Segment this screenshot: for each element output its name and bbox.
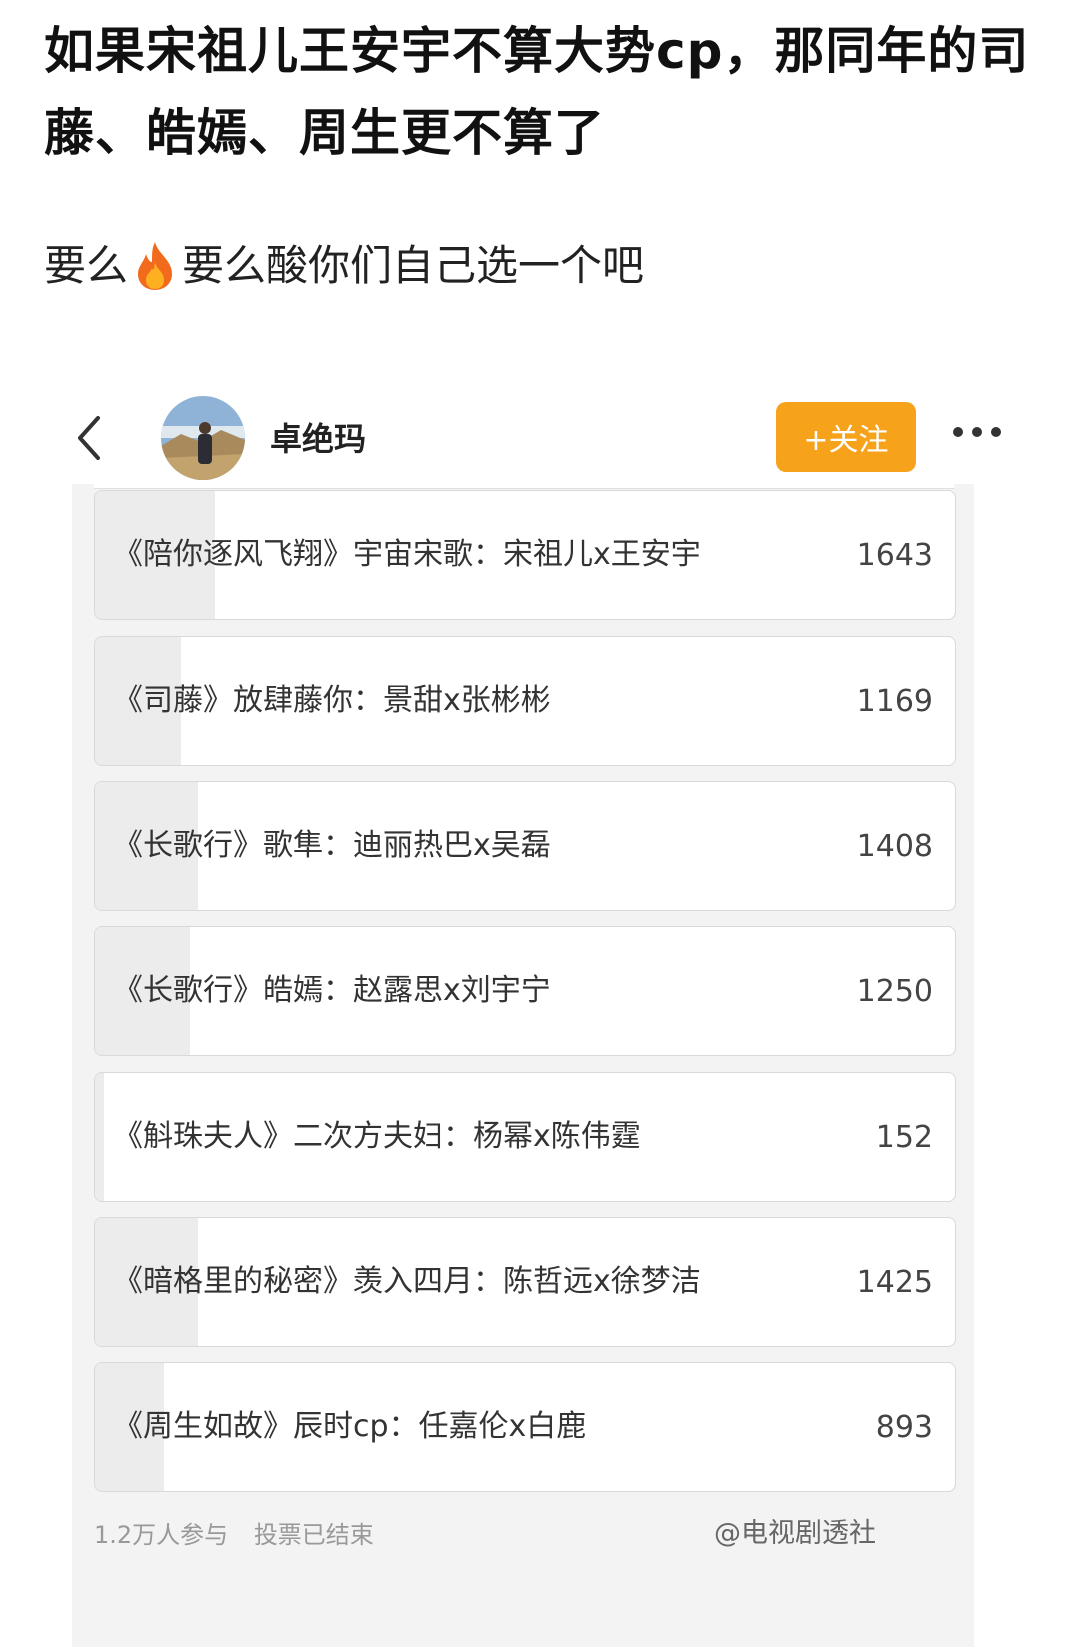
- embedded-screenshot: 卓绝玛 +关注 《陪你逐风飞翔》宇宙宋歌：宋祖儿x王安宇 1643 《司藤》放肆…: [44, 388, 1040, 1647]
- poll-option[interactable]: 《陪你逐风飞翔》宇宙宋歌：宋祖儿x王安宇 1643: [94, 490, 956, 620]
- poll-option-label: 《长歌行》歌隼：迪丽热巴x吴磊: [113, 828, 551, 863]
- poll-option-label: 《斛珠夫人》二次方夫妇：杨幂x陈伟霆: [113, 1119, 641, 1154]
- poll-option-label: 《周生如故》辰时cp：任嘉伦x白鹿: [113, 1409, 587, 1444]
- poll-option[interactable]: 《长歌行》皓嫣：赵露思x刘宇宁 1250: [94, 926, 956, 1056]
- poll-option-label: 《陪你逐风飞翔》宇宙宋歌：宋祖儿x王安宇: [113, 537, 701, 572]
- profile-bar: 卓绝玛 +关注: [44, 388, 1040, 488]
- vote-count: 152: [875, 1119, 933, 1155]
- poll-footer: 1.2万人参与 投票已结束: [94, 1515, 374, 1550]
- vote-count: 1425: [856, 1264, 933, 1300]
- previous-option-edge: [94, 484, 954, 489]
- fire-icon: [138, 242, 173, 290]
- poll-card: 《陪你逐风飞翔》宇宙宋歌：宋祖儿x王安宇 1643 《司藤》放肆藤你：景甜x张彬…: [72, 484, 974, 1647]
- poll-option-label: 《司藤》放肆藤你：景甜x张彬彬: [113, 683, 551, 718]
- poll-option[interactable]: 《暗格里的秘密》羡入四月：陈哲远x徐梦洁 1425: [94, 1217, 956, 1347]
- avatar[interactable]: [161, 396, 245, 480]
- poll-status: 投票已结束: [253, 1521, 374, 1549]
- vote-count: 1643: [856, 537, 933, 573]
- vote-count: 893: [875, 1409, 933, 1445]
- participant-count: 1.2万人参与: [94, 1521, 229, 1549]
- poll-option[interactable]: 《司藤》放肆藤你：景甜x张彬彬 1169: [94, 636, 956, 766]
- username[interactable]: 卓绝玛: [270, 414, 366, 460]
- poll-option-label: 《长歌行》皓嫣：赵露思x刘宇宁: [113, 973, 551, 1008]
- post-body: 要么 要么酸你们自己选一个吧: [44, 236, 644, 296]
- more-dots-icon[interactable]: [950, 424, 1004, 440]
- poll-option-label: 《暗格里的秘密》羡入四月：陈哲远x徐梦洁: [113, 1264, 701, 1299]
- avatar-image: [161, 396, 245, 480]
- source-watermark: @电视剧透社: [714, 1518, 876, 1549]
- poll-option[interactable]: 《斛珠夫人》二次方夫妇：杨幂x陈伟霆 152: [94, 1072, 956, 1202]
- vote-count: 1408: [856, 828, 933, 864]
- vote-bar: [95, 1073, 104, 1201]
- poll-option[interactable]: 《周生如故》辰时cp：任嘉伦x白鹿 893: [94, 1362, 956, 1492]
- vote-count: 1250: [856, 973, 933, 1009]
- chevron-left-icon[interactable]: [68, 410, 108, 466]
- post-title: 如果宋祖儿王安宇不算大势cp，那同年的司藤、皓嫣、周生更不算了: [44, 22, 1030, 162]
- post-body-text-end: 要么酸你们自己选一个吧: [182, 241, 645, 290]
- vote-count: 1169: [856, 683, 933, 719]
- poll-option[interactable]: 《长歌行》歌隼：迪丽热巴x吴磊 1408: [94, 781, 956, 911]
- follow-button[interactable]: +关注: [776, 402, 916, 472]
- post-body-text-start: 要么: [44, 241, 129, 290]
